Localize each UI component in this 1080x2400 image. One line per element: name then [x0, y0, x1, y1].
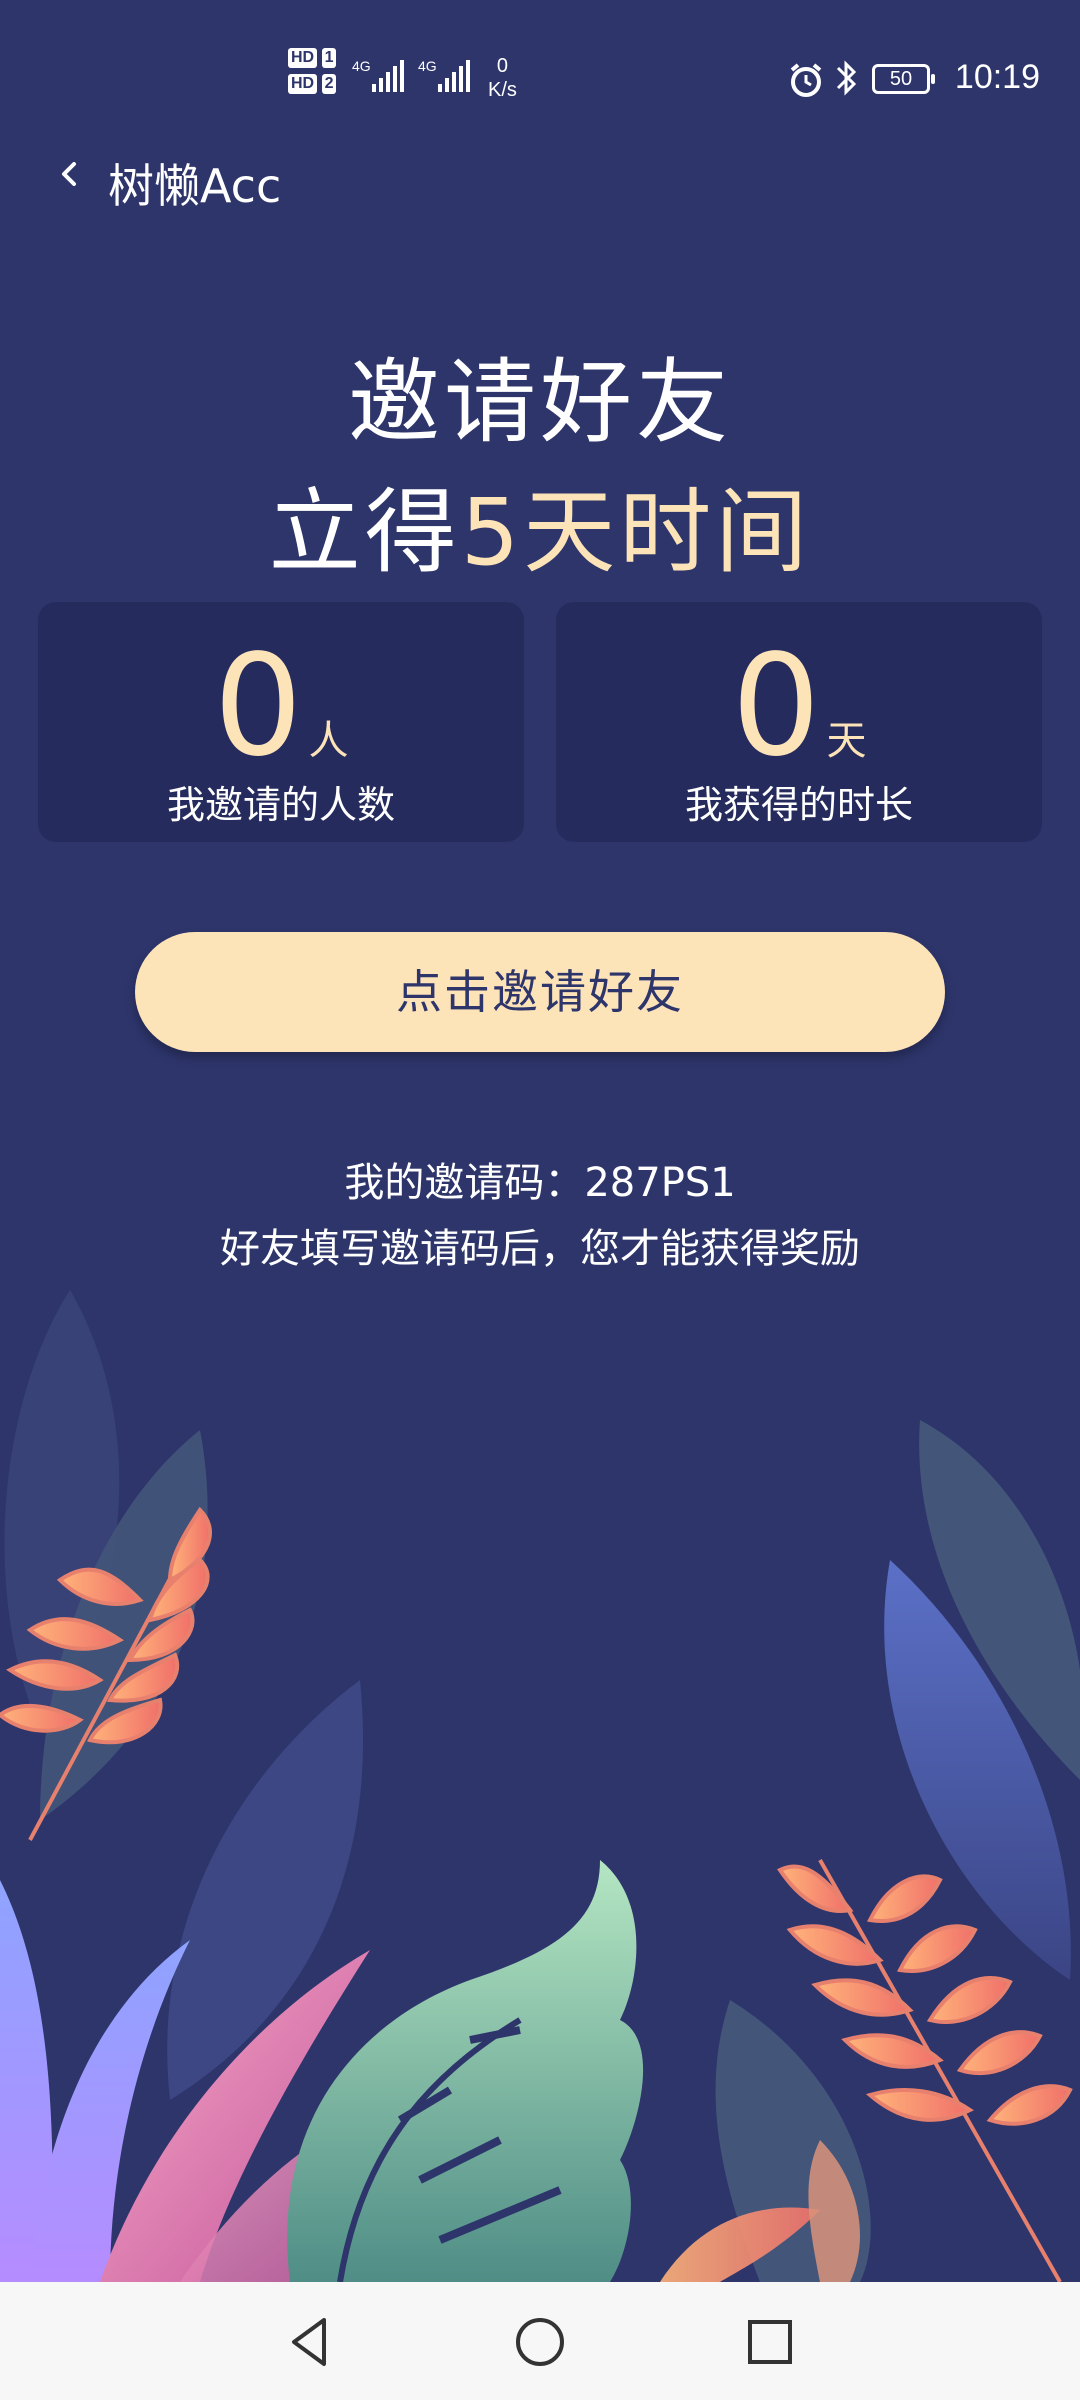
stat-label: 我邀请的人数 — [166, 783, 395, 827]
invite-screen: HD 1 HD 2 4G 4G 0 K/s 50 10:19 树懒Acc 邀请好… — [0, 0, 1080, 2282]
battery-icon: 50 — [872, 64, 935, 94]
invite-code: 我的邀请码：287PS1 — [344, 1160, 736, 1206]
chevron-left-icon[interactable] — [58, 162, 82, 186]
bluetooth-icon — [836, 60, 857, 96]
hd-badge-1: HD 1 — [288, 48, 337, 68]
status-bar: HD 1 HD 2 4G 4G 0 K/s 50 10:19 — [0, 40, 1080, 120]
network-type-1: 4G — [352, 58, 371, 74]
headline-line-1: 邀请好友 — [347, 349, 732, 456]
signal-bars-2-icon — [438, 60, 470, 92]
page-title: 树懒Acc — [108, 159, 282, 213]
stat-card-invited: 0人 我邀请的人数 — [38, 602, 524, 842]
system-nav-bar — [0, 2282, 1080, 2400]
invite-friends-button[interactable]: 点击邀请好友 — [135, 932, 945, 1052]
stat-label: 我获得的时长 — [684, 783, 913, 827]
headline-line-2: 立得5天时间 — [268, 479, 812, 586]
square-recent-icon[interactable] — [740, 2312, 800, 2372]
headline-highlight: 5天时间 — [460, 479, 812, 586]
signal-bars-1-icon — [372, 60, 404, 92]
triangle-back-icon[interactable] — [280, 2312, 340, 2372]
foliage-illustration — [0, 1290, 1080, 2282]
stat-card-earned: 0天 我获得的时长 — [556, 602, 1042, 842]
network-type-2: 4G — [418, 58, 437, 74]
hd-badge-2: HD 2 — [288, 74, 337, 94]
network-speed: 0 K/s — [488, 55, 517, 101]
clock: 10:19 — [954, 58, 1040, 96]
alarm-icon — [790, 63, 822, 97]
circle-home-icon[interactable] — [510, 2312, 570, 2372]
